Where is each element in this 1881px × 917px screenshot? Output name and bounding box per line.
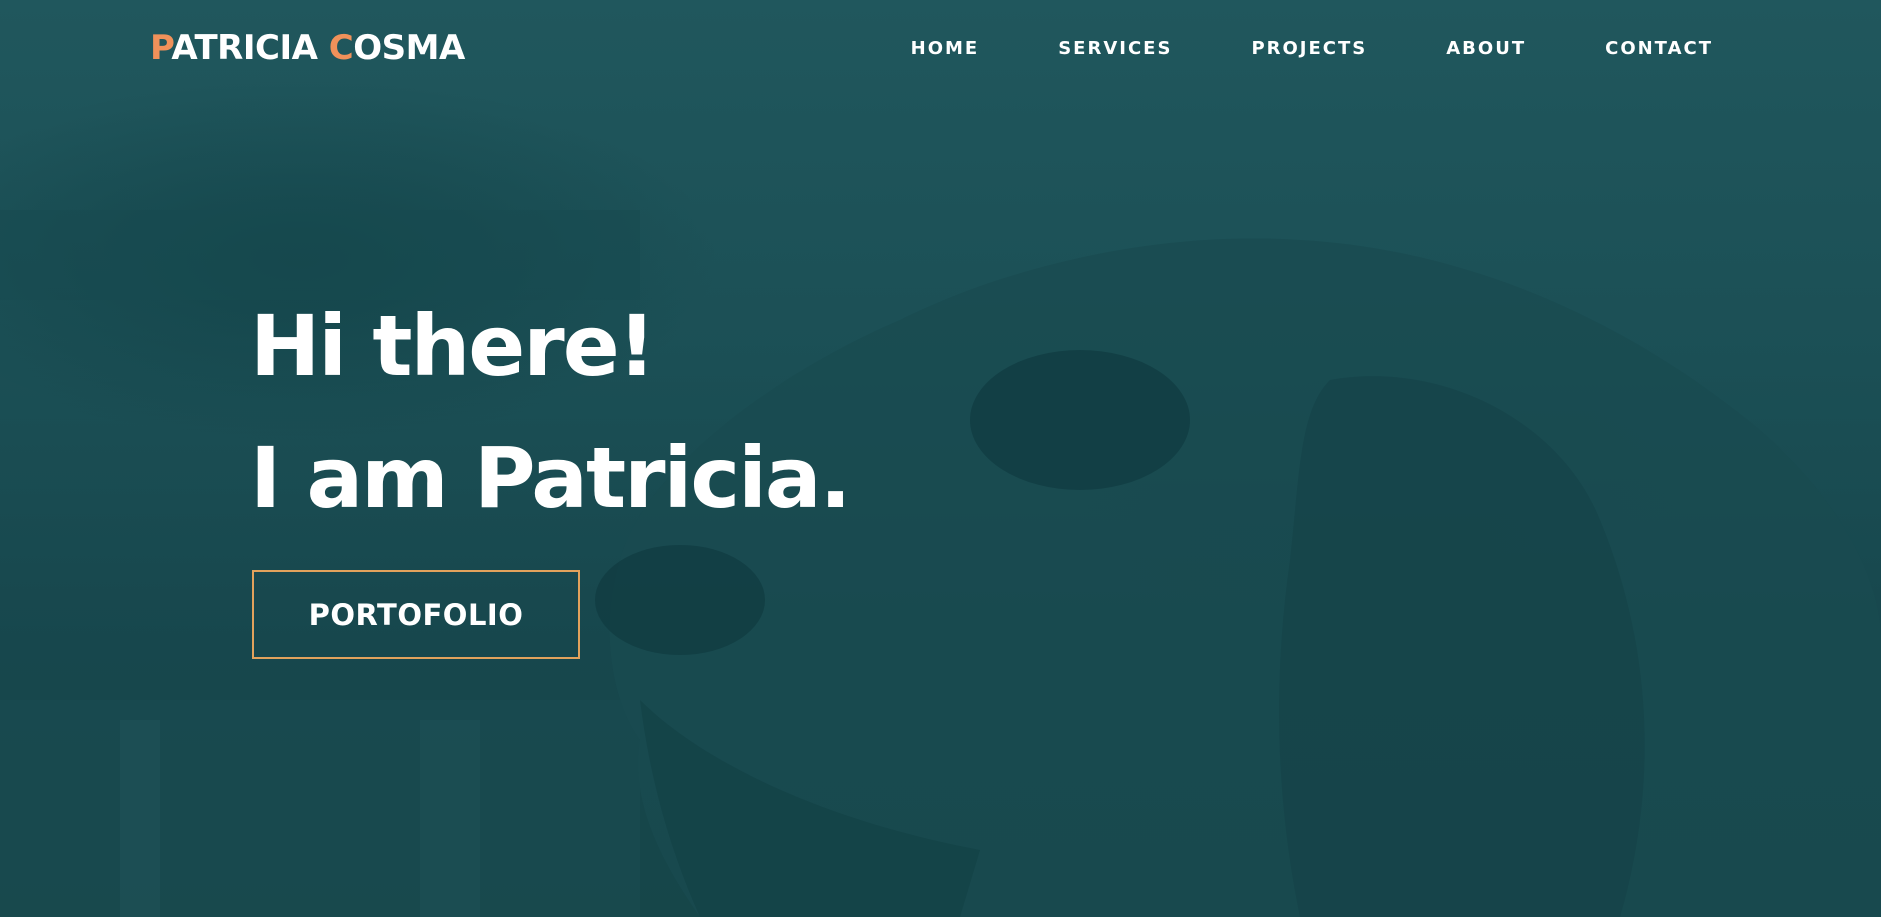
nav-link-home[interactable]: HOME — [911, 38, 980, 59]
logo-first-initial: P — [150, 28, 172, 68]
dog-nose-shape — [595, 545, 765, 655]
nav-link-services[interactable]: SERVICES — [1058, 38, 1172, 59]
hero-greeting: Hi there! — [250, 297, 656, 395]
hero-headline: Hi there! I am Patricia. — [250, 280, 851, 544]
site-logo[interactable]: PATRICIA COSMA — [150, 28, 465, 68]
nav-link-projects[interactable]: PROJECTS — [1251, 38, 1367, 59]
background-post — [120, 720, 160, 917]
nav-link-contact[interactable]: CONTACT — [1605, 38, 1713, 59]
main-menu: HOME SERVICES PROJECTS ABOUT CONTACT — [911, 38, 1713, 59]
portfolio-button[interactable]: PORTOFOLIO — [252, 570, 580, 659]
dog-eye-shape — [970, 350, 1190, 490]
background-post — [420, 720, 480, 917]
logo-first-name: ATRICIA — [171, 28, 318, 68]
nav-link-about[interactable]: ABOUT — [1446, 38, 1526, 59]
background-ground — [0, 700, 640, 917]
hero-section: PATRICIA COSMA HOME SERVICES PROJECTS AB… — [0, 0, 1881, 917]
hero-name-line: I am Patricia. — [250, 429, 851, 527]
logo-last-initial: C — [328, 28, 354, 68]
logo-last-name: OSMA — [353, 28, 465, 68]
top-navigation: PATRICIA COSMA HOME SERVICES PROJECTS AB… — [0, 0, 1881, 100]
